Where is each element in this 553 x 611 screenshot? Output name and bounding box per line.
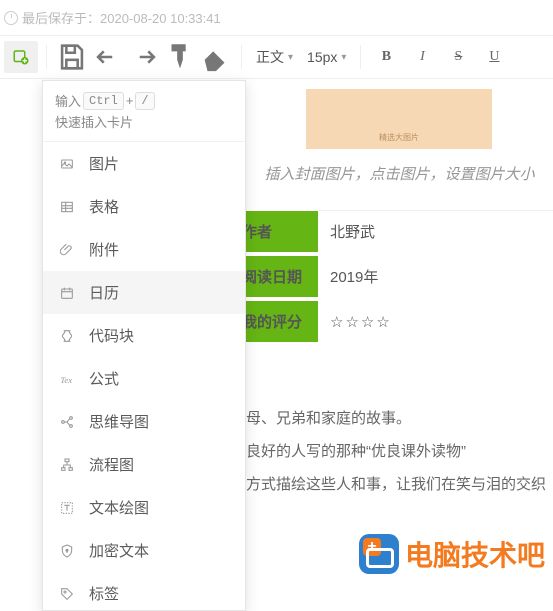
- insert-image-item[interactable]: 图片: [43, 142, 245, 185]
- editor-toolbar: 正文 ▾ 15px ▾ B I S U: [0, 35, 553, 79]
- body-line: 良好的人写的那种“优良课外读物”: [246, 435, 553, 468]
- tag-icon: [57, 584, 77, 604]
- insert-mindmap-item[interactable]: 思维导图: [43, 400, 245, 443]
- bold-button[interactable]: B: [369, 41, 403, 73]
- image-icon: [57, 154, 77, 174]
- clock-icon: [4, 11, 18, 25]
- cover-image-placeholder[interactable]: 精选大图片: [306, 89, 492, 149]
- insert-table-item[interactable]: 表格: [43, 185, 245, 228]
- calendar-icon: [57, 283, 77, 303]
- dropdown-item-label: 公式: [89, 368, 119, 389]
- dropdown-item-label: 加密文本: [89, 540, 149, 561]
- dropdown-hint: 输入 Ctrl + / 快速插入卡片: [43, 81, 245, 142]
- insert-textdraw-item[interactable]: 文本绘图: [43, 486, 245, 529]
- underline-button[interactable]: U: [477, 41, 511, 73]
- formula-icon: Tex: [57, 369, 77, 389]
- font-size-label: 15px: [307, 49, 337, 65]
- table-row: 作者 北野武: [230, 211, 553, 255]
- paragraph-style-select[interactable]: 正文 ▾: [250, 43, 299, 71]
- insert-encrypt-item[interactable]: 加密文本: [43, 529, 245, 572]
- dropdown-item-label: 日历: [89, 282, 119, 303]
- dropdown-item-label: 图片: [89, 153, 119, 174]
- hint-prefix: 输入: [55, 91, 81, 110]
- undo-button[interactable]: [91, 41, 125, 73]
- insert-card-button[interactable]: [4, 41, 38, 73]
- dropdown-item-label: 流程图: [89, 454, 134, 475]
- insert-tag-item[interactable]: 标签: [43, 572, 245, 610]
- chevron-down-icon: ▾: [288, 52, 293, 63]
- redo-button[interactable]: [127, 41, 161, 73]
- cover-placeholder-text: 精选大图片: [379, 132, 419, 143]
- font-size-select[interactable]: 15px ▾: [301, 45, 352, 69]
- separator: [46, 45, 47, 69]
- table-cell-read-date[interactable]: 2019年: [318, 254, 553, 299]
- hint-plus: +: [126, 93, 134, 108]
- svg-text:Tex: Tex: [60, 375, 72, 385]
- insert-flowchart-item[interactable]: 流程图: [43, 443, 245, 486]
- info-table: 作者 北野武 阅读日期 2019年 我的评分 ☆☆☆☆: [230, 210, 553, 346]
- dropdown-item-label: 思维导图: [89, 411, 149, 432]
- kbd-ctrl: Ctrl: [83, 92, 124, 110]
- mindmap-icon: [57, 412, 77, 432]
- table-icon: [57, 197, 77, 217]
- dropdown-item-label: 文本绘图: [89, 497, 149, 518]
- watermark-icon: [359, 534, 399, 574]
- insert-code-item[interactable]: 代码块: [43, 314, 245, 357]
- dropdown-item-label: 附件: [89, 239, 119, 260]
- encrypt-icon: [57, 541, 77, 561]
- code-icon: [57, 326, 77, 346]
- hint-suffix: 快速插入卡片: [55, 112, 133, 131]
- attachment-icon: [57, 240, 77, 260]
- clear-format-button[interactable]: [199, 41, 233, 73]
- last-saved-label: 最后保存于：2020-08-20 10:33:41: [0, 0, 553, 35]
- table-cell-rating[interactable]: ☆☆☆☆: [318, 299, 553, 344]
- body-line: 母、兄弟和家庭的故事。: [246, 402, 553, 435]
- insert-calendar-item[interactable]: 日历: [43, 271, 245, 314]
- dropdown-list: 图片表格附件日历代码块Tex公式思维导图流程图文本绘图加密文本标签投票引入: [43, 142, 245, 610]
- body-line: 方式描绘这些人和事，让我们在笑与泪的交织: [246, 468, 553, 501]
- insert-card-dropdown: 输入 Ctrl + / 快速插入卡片 图片表格附件日历代码块 Tex 公式思维导图流…: [42, 80, 246, 611]
- strikethrough-button[interactable]: S: [441, 41, 475, 73]
- watermark-text: 电脑技术吧: [405, 534, 545, 574]
- save-button[interactable]: [55, 41, 89, 73]
- dropdown-item-label: 表格: [89, 196, 119, 217]
- last-saved-text: 最后保存于：2020-08-20 10:33:41: [22, 8, 221, 27]
- body-text[interactable]: 母、兄弟和家庭的故事。 良好的人写的那种“优良课外读物” 方式描绘这些人和事，让…: [246, 402, 553, 501]
- paragraph-style-label: 正文: [256, 47, 284, 67]
- dropdown-item-label: 代码块: [89, 325, 134, 346]
- format-paint-button[interactable]: [163, 41, 197, 73]
- insert-formula-item[interactable]: Tex 公式: [43, 357, 245, 400]
- watermark: 电脑技术吧: [359, 534, 545, 574]
- insert-attachment-item[interactable]: 附件: [43, 228, 245, 271]
- table-row: 阅读日期 2019年: [230, 254, 553, 299]
- chevron-down-icon: ▾: [341, 52, 346, 63]
- kbd-slash: /: [135, 92, 154, 110]
- dropdown-item-label: 标签: [89, 583, 119, 604]
- table-row: 我的评分 ☆☆☆☆: [230, 299, 553, 344]
- table-cell-author[interactable]: 北野武: [318, 211, 553, 255]
- italic-button[interactable]: I: [405, 41, 439, 73]
- separator: [360, 45, 361, 69]
- cover-caption: 插入封面图片，点击图片，设置图片大小: [246, 163, 553, 184]
- separator: [241, 45, 242, 69]
- textdraw-icon: [57, 498, 77, 518]
- flowchart-icon: [57, 455, 77, 475]
